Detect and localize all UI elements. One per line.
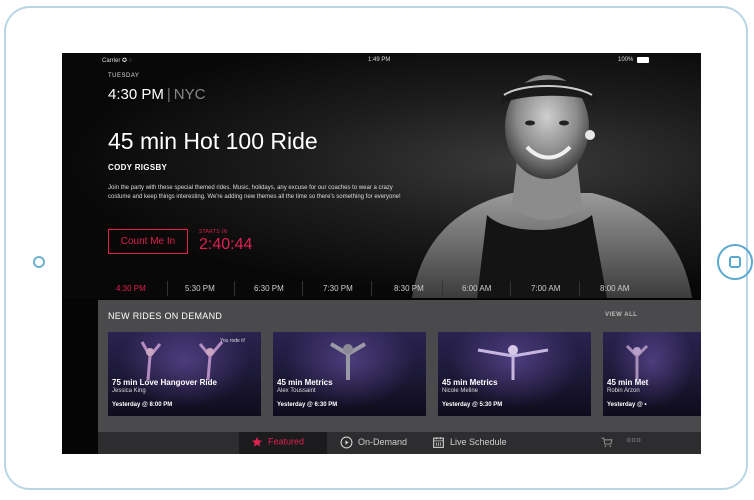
ride-card-instructor: Alex Toussaint <box>277 388 316 394</box>
ride-card-date: Yesterday @ • <box>607 402 647 408</box>
ride-card-instructor: Jessica King <box>112 388 146 394</box>
schedule-divider <box>302 281 303 296</box>
star-icon <box>252 437 262 447</box>
on-demand-panel: NEW RIDES ON DEMAND VIEW ALL You rode it… <box>98 300 701 432</box>
rider-figures <box>625 344 649 380</box>
instructor-name: CODY RIGSBY <box>108 163 168 172</box>
tab-featured-label: Featured <box>268 436 305 447</box>
more-icon[interactable]: ooo <box>627 437 642 451</box>
schedule-divider <box>510 281 511 296</box>
day-label: TUESDAY <box>108 73 140 79</box>
home-button-icon <box>729 256 741 268</box>
ride-title: 45 min Hot 100 Ride <box>108 128 318 154</box>
ride-card-name: 45 min Met <box>607 378 649 387</box>
schedule-times-row: 4:30 PM 5:30 PM 6:30 PM 7:30 PM 8:30 PM … <box>62 278 701 300</box>
rider-figures <box>477 345 549 380</box>
schedule-time-item[interactable]: 8:30 PM <box>394 284 424 293</box>
carrier-label: Carrier ✪ ◌ <box>102 58 133 64</box>
schedule-time-item[interactable]: 7:30 PM <box>323 284 353 293</box>
count-me-in-button[interactable]: Count Me In <box>108 229 188 254</box>
cart-icon <box>601 437 613 448</box>
battery-icon <box>637 57 649 63</box>
app-screen: Carrier ✪ ◌ 1:49 PM 100% TUESDAY 4:30 PM… <box>62 53 701 454</box>
bottom-tab-bar: Featured On-Demand Live Schedule ooo <box>98 432 701 454</box>
schedule-divider <box>579 281 580 296</box>
rider-figures <box>329 342 367 380</box>
cart-button[interactable] <box>600 436 619 450</box>
schedule-time-item[interactable]: 7:00 AM <box>531 284 560 293</box>
schedule-time-item[interactable]: 6:30 PM <box>254 284 284 293</box>
tab-live-schedule-label: Live Schedule <box>450 436 507 447</box>
ride-card-instructor: Nicole Meline <box>442 388 479 394</box>
schedule-divider <box>371 281 372 296</box>
play-circle-icon <box>340 436 353 449</box>
calendar-icon <box>433 437 444 448</box>
view-all-link[interactable]: VIEW ALL <box>605 312 637 318</box>
tab-featured[interactable]: Featured <box>251 436 304 450</box>
tab-on-demand-label: On-Demand <box>358 436 408 447</box>
tab-on-demand[interactable]: On-Demand <box>340 436 407 450</box>
tab-live-schedule[interactable]: Live Schedule <box>432 436 507 450</box>
ride-card-name: 75 min Love Hangover Ride <box>112 378 217 387</box>
schedule-time-item[interactable]: 4:30 PM <box>116 284 146 293</box>
starts-in-label: STARTS IN <box>199 229 228 235</box>
ride-card-date: Yesterday @ 8:00 PM <box>112 402 173 408</box>
ride-card-date: Yesterday @ 6:30 PM <box>277 402 338 408</box>
city-label: NYC <box>173 86 206 103</box>
ride-card[interactable]: 45 min Metrics Nicole Meline Yesterday @… <box>438 332 591 416</box>
class-time-header: 4:30 PM | NYC <box>108 86 205 103</box>
schedule-divider <box>167 281 168 296</box>
time-separator: | <box>166 86 171 103</box>
countdown-timer: 2:40:44 <box>199 236 253 253</box>
schedule-time-item[interactable]: 8:00 AM <box>600 284 629 293</box>
ride-card-instructor: Robin Arzon <box>607 388 640 394</box>
battery-percent: 100% <box>618 57 634 63</box>
current-class-time: 4:30 PM <box>108 86 164 103</box>
instructor-photo <box>412 75 692 298</box>
ride-card[interactable]: 45 min Metrics Alex Toussaint Yesterday … <box>273 332 426 416</box>
on-demand-title: NEW RIDES ON DEMAND <box>108 311 223 321</box>
rode-it-badge: You rode it! <box>220 338 246 344</box>
home-button[interactable] <box>717 244 753 280</box>
ride-description: Join the party with these special themed… <box>108 185 401 200</box>
ride-card-name: 45 min Metrics <box>442 378 498 387</box>
status-bar: Carrier ✪ ◌ 1:49 PM 100% <box>62 53 701 67</box>
ride-card[interactable]: 45 min Met Robin Arzon Yesterday @ • <box>603 332 701 416</box>
front-camera <box>33 256 45 268</box>
ride-card-name: 45 min Metrics <box>277 378 333 387</box>
schedule-divider <box>442 281 443 296</box>
schedule-time-item[interactable]: 6:00 AM <box>462 284 491 293</box>
schedule-time-item[interactable]: 5:30 PM <box>185 284 215 293</box>
ride-card-date: Yesterday @ 5:30 PM <box>442 402 503 408</box>
schedule-divider <box>234 281 235 296</box>
ride-card[interactable]: You rode it! 75 min Love Hangover Ride J… <box>108 332 261 416</box>
status-time: 1:49 PM <box>368 57 391 63</box>
